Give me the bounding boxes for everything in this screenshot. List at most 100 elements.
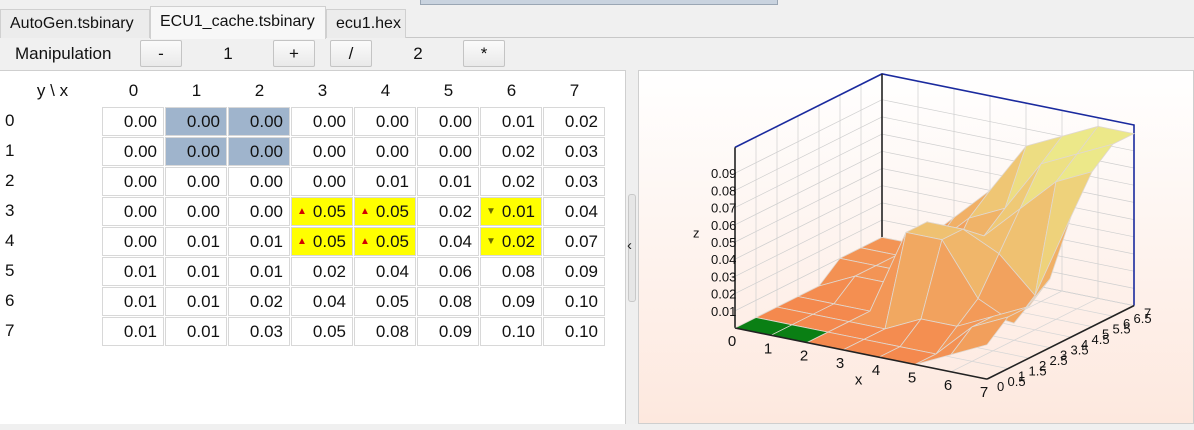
- tab-autogen[interactable]: AutoGen.tsbinary: [0, 9, 150, 38]
- table-cell[interactable]: 0.01: [102, 287, 164, 316]
- table-cell[interactable]: 0.03: [228, 317, 290, 346]
- multiply-value-field[interactable]: 2: [378, 44, 458, 64]
- table-cell[interactable]: ▲ 0.05: [291, 227, 353, 256]
- table-cell[interactable]: 0.10: [543, 287, 605, 316]
- table-cell[interactable]: 0.01: [228, 227, 290, 256]
- table-cell[interactable]: 0.02: [543, 107, 605, 136]
- table-cell[interactable]: 0.02: [291, 257, 353, 286]
- table-cell[interactable]: 0.00: [417, 107, 479, 136]
- table-cell[interactable]: 0.01: [165, 287, 227, 316]
- row-header[interactable]: 7: [5, 316, 14, 346]
- column-header[interactable]: 1: [165, 76, 228, 106]
- table-cell[interactable]: 0.00: [417, 137, 479, 166]
- table-cell[interactable]: 0.00: [228, 137, 290, 166]
- table-cell[interactable]: 0.00: [102, 137, 164, 166]
- table-cell[interactable]: 0.01: [165, 227, 227, 256]
- table-cell[interactable]: ▲ 0.05: [354, 197, 416, 226]
- table-cell[interactable]: 0.02: [228, 287, 290, 316]
- table-cell[interactable]: 0.02: [480, 167, 542, 196]
- column-header[interactable]: 5: [417, 76, 480, 106]
- column-header[interactable]: 3: [291, 76, 354, 106]
- row-header[interactable]: 5: [5, 256, 14, 286]
- table-cell[interactable]: 0.09: [480, 287, 542, 316]
- table-cell[interactable]: 0.00: [165, 137, 227, 166]
- table-cell[interactable]: 0.07: [543, 227, 605, 256]
- row-header[interactable]: 6: [5, 286, 14, 316]
- table-cell[interactable]: 0.09: [417, 317, 479, 346]
- cell-value: 0.00: [249, 112, 283, 131]
- table-cell[interactable]: 0.06: [417, 257, 479, 286]
- table-cell[interactable]: 0.03: [543, 137, 605, 166]
- column-header[interactable]: 7: [543, 76, 606, 106]
- table-cell[interactable]: 0.04: [417, 227, 479, 256]
- table-cell[interactable]: 0.00: [102, 197, 164, 226]
- surface-plot[interactable]: 0.01 0.02 0.03 0.04 0.05 0.06 0.07 0.08 0.09 z 0 1 2…: [638, 70, 1194, 424]
- table-cell[interactable]: 0.01: [102, 317, 164, 346]
- row-header[interactable]: 0: [5, 106, 14, 136]
- table-cell[interactable]: 0.00: [165, 167, 227, 196]
- row-header[interactable]: 1: [5, 136, 14, 166]
- table-cell[interactable]: 0.05: [291, 317, 353, 346]
- row-header[interactable]: 2: [5, 166, 14, 196]
- table-cell[interactable]: 0.00: [291, 167, 353, 196]
- row-header[interactable]: 4: [5, 226, 14, 256]
- cell-value: 0.09: [564, 262, 598, 281]
- table-cell[interactable]: 0.00: [291, 137, 353, 166]
- table-cell[interactable]: 0.01: [354, 167, 416, 196]
- cell-value: 0.08: [375, 322, 409, 341]
- table-cell[interactable]: 0.01: [228, 257, 290, 286]
- table-cell[interactable]: 0.04: [354, 257, 416, 286]
- table-cell[interactable]: 0.08: [417, 287, 479, 316]
- row-header[interactable]: 3: [5, 196, 14, 226]
- surface-plot-canvas[interactable]: 0.010.020.030.040.050.060.070.080.09z0 1 2…: [639, 71, 1194, 425]
- table-cell[interactable]: 0.04: [291, 287, 353, 316]
- cell-value: 0.02: [501, 232, 535, 251]
- column-header[interactable]: 6: [480, 76, 543, 106]
- table-cell[interactable]: 0.00: [228, 107, 290, 136]
- table-cell[interactable]: 0.02: [480, 137, 542, 166]
- table-cell[interactable]: 0.04: [543, 197, 605, 226]
- table-cell[interactable]: 0.00: [354, 137, 416, 166]
- table-cell[interactable]: 0.02: [417, 197, 479, 226]
- table-cell[interactable]: 0.10: [543, 317, 605, 346]
- table-cell[interactable]: 0.00: [291, 107, 353, 136]
- table-cell[interactable]: 0.00: [228, 197, 290, 226]
- table-cell[interactable]: ▲ 0.05: [291, 197, 353, 226]
- column-header[interactable]: 4: [354, 76, 417, 106]
- table-cell[interactable]: ▲ 0.05: [354, 227, 416, 256]
- table-cell[interactable]: 0.08: [354, 317, 416, 346]
- table-cell[interactable]: 0.00: [354, 107, 416, 136]
- table-cell[interactable]: 0.01: [102, 257, 164, 286]
- cell-value: 0.01: [186, 232, 220, 251]
- table-cell[interactable]: 0.00: [102, 167, 164, 196]
- subtract-button[interactable]: -: [140, 40, 182, 67]
- table-cell[interactable]: 0.00: [228, 167, 290, 196]
- chevron-left-icon[interactable]: ‹: [627, 237, 632, 254]
- column-header[interactable]: 0: [102, 76, 165, 106]
- add-value-field[interactable]: 1: [188, 44, 268, 64]
- multiply-button[interactable]: *: [463, 40, 505, 67]
- table-cell[interactable]: 0.00: [102, 107, 164, 136]
- table-cell[interactable]: 0.01: [165, 317, 227, 346]
- table-cell[interactable]: ▼ 0.02: [480, 227, 542, 256]
- table-cell[interactable]: 0.08: [480, 257, 542, 286]
- panel-splitter[interactable]: ‹: [626, 70, 638, 424]
- table-cell[interactable]: 0.00: [165, 107, 227, 136]
- tab-ecu1-hex[interactable]: ecu1.hex: [326, 9, 406, 38]
- tab-ecu1-cache[interactable]: ECU1_cache.tsbinary: [150, 6, 326, 39]
- table-cell[interactable]: ▼ 0.01: [480, 197, 542, 226]
- table-cell[interactable]: 0.00: [102, 227, 164, 256]
- add-button[interactable]: +: [273, 40, 315, 67]
- divide-button[interactable]: /: [330, 40, 372, 67]
- table-cell[interactable]: 0.05: [354, 287, 416, 316]
- table-cell[interactable]: 0.01: [417, 167, 479, 196]
- table-cell[interactable]: 0.10: [480, 317, 542, 346]
- table-cell[interactable]: 0.01: [165, 257, 227, 286]
- cell-value: 0.07: [564, 232, 598, 251]
- table-cell[interactable]: 0.01: [480, 107, 542, 136]
- table-cell[interactable]: 0.09: [543, 257, 605, 286]
- table-cell[interactable]: 0.03: [543, 167, 605, 196]
- y-tick-label: 3: [1060, 348, 1067, 363]
- column-header[interactable]: 2: [228, 76, 291, 106]
- table-cell[interactable]: 0.00: [165, 197, 227, 226]
